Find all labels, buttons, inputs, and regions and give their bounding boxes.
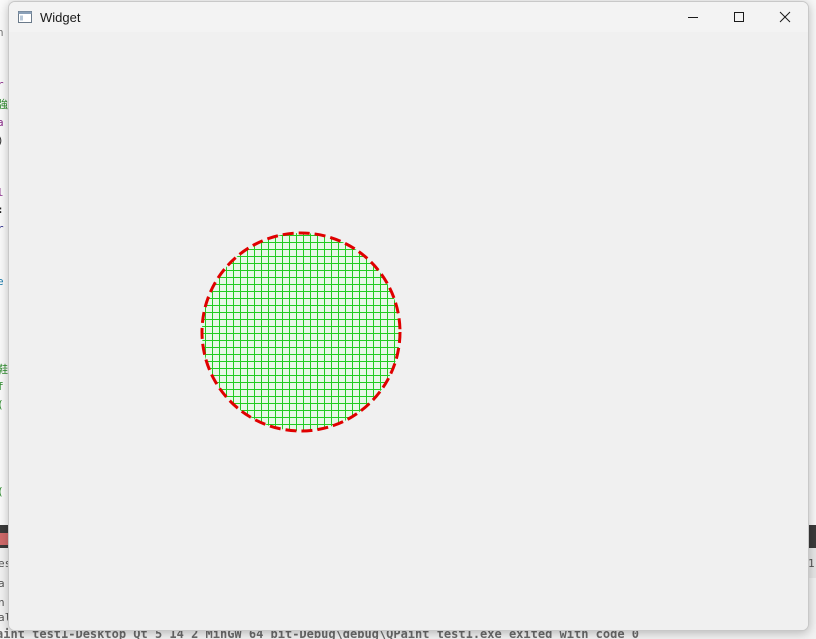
maximize-icon <box>734 12 744 22</box>
minimize-button[interactable] <box>670 2 716 32</box>
app-window-icon <box>18 11 32 23</box>
bg-code-fragment: ) <box>0 134 4 147</box>
window-controls <box>670 2 808 32</box>
bg-code-fragment: f <box>0 380 4 393</box>
bg-code-fragment: 強 <box>0 98 8 111</box>
bg-code-fragment: r <box>0 222 4 235</box>
close-button[interactable] <box>762 2 808 32</box>
bg-code-fragment: : <box>0 203 4 216</box>
drawing-surface <box>200 231 402 433</box>
dashed-hatched-circle <box>200 231 402 433</box>
bg-code-fragment: ( <box>0 485 4 498</box>
window-title: Widget <box>40 9 81 25</box>
close-icon <box>779 11 791 23</box>
bg-code-fragment: 鞋 <box>0 363 8 376</box>
title-bar[interactable]: Widget <box>9 2 808 32</box>
bg-code-fragment: n <box>0 26 4 39</box>
bg-code-fragment: l <box>0 186 4 199</box>
bg-code-fragment: r <box>0 78 4 91</box>
bg-code-fragment: a <box>0 116 4 129</box>
bg-console-fragment: n <box>0 596 5 609</box>
paint-canvas <box>9 32 808 630</box>
desktop-background: n r 強 a ) l : r e 鞋 f ( ( es a n al aint… <box>0 0 816 639</box>
background-right-panel: 1 <box>808 548 816 578</box>
bg-code-fragment: ( <box>0 398 4 411</box>
bg-code-fragment: e <box>0 275 4 288</box>
minimize-icon <box>688 17 698 18</box>
bg-console-fragment: a <box>0 577 5 590</box>
maximize-button[interactable] <box>716 2 762 32</box>
widget-window: Widget <box>8 1 809 631</box>
background-error-marker <box>0 533 8 545</box>
background-code-editor: n r 強 a ) l : r e 鞋 f ( ( <box>0 0 8 525</box>
